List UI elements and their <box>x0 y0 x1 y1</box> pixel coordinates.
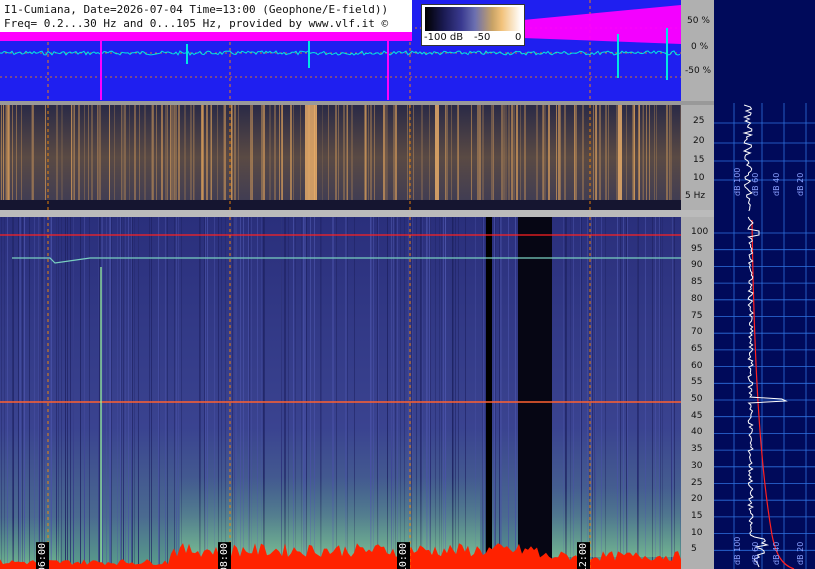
hf-tick-60: 60 <box>691 360 703 371</box>
time-label-0800: 08:00 <box>218 542 231 569</box>
time-label-0600: 06:00 <box>36 542 49 569</box>
wave-scale-50: 50 % <box>687 16 710 26</box>
side-panel-high-freq-spectrum <box>714 215 815 569</box>
colorbar-min-label: -100 dB <box>424 32 464 43</box>
hf-tick-30: 30 <box>691 460 703 471</box>
side-top-label-1: dB 100 <box>733 167 742 196</box>
colorbar-max-label: 0 <box>515 32 522 43</box>
time-label-1200: 12:00 <box>577 542 590 569</box>
separator-middle <box>0 210 714 217</box>
side-bottom-label-4: dB 20 <box>796 541 805 565</box>
hf-tick-70: 70 <box>691 327 703 338</box>
header-magenta-strip <box>0 32 412 41</box>
hf-tick-50: 50 <box>691 394 703 404</box>
hf-tick-75: 75 <box>691 310 703 321</box>
lf-tick-10: 10 <box>693 173 705 183</box>
hf-tick-10: 10 <box>691 527 703 538</box>
hf-tick-100: 100 <box>691 227 709 237</box>
hf-tick-95: 95 <box>691 243 703 254</box>
hf-tick-90: 90 <box>691 260 703 271</box>
hf-tick-15: 15 <box>691 510 703 521</box>
low-frequency-spectrogram <box>0 105 681 210</box>
lf-tick-5: 5 Hz <box>685 191 706 201</box>
hf-tick-35: 35 <box>691 444 703 455</box>
vlf-monitor-display: I1-Cumiana, Date=2026-07-04 Time=13:00 (… <box>0 0 815 569</box>
side-top-label-2: dB 60 <box>751 172 760 196</box>
high-frequency-spectrogram <box>0 217 681 569</box>
header-box: I1-Cumiana, Date=2026-07-04 Time=13:00 (… <box>0 0 412 34</box>
colorbar-gradient <box>425 7 521 31</box>
side-bottom-label-1: dB 100 <box>733 536 742 565</box>
hf-tick-85: 85 <box>691 277 703 288</box>
lf-tick-15: 15 <box>693 155 705 165</box>
low-freq-scale: 25 20 15 10 5 Hz <box>681 105 714 210</box>
wave-scale-0: 0 % <box>691 42 709 52</box>
hf-tick-65: 65 <box>691 343 703 354</box>
high-freq-scale: 100 95 90 85 80 75 70 65 60 55 50 45 40 35 30 25 20 15 10 5 <box>681 217 714 569</box>
lf-tick-25: 25 <box>693 116 705 126</box>
wave-scale-neg50: -50 % <box>685 66 712 76</box>
side-bottom-label-3: dB 40 <box>772 541 781 565</box>
side-panel-waveform <box>714 0 815 103</box>
hf-tick-20: 20 <box>691 494 703 505</box>
hf-tick-40: 40 <box>691 427 703 438</box>
hf-tick-80: 80 <box>691 293 703 304</box>
waveform-scale: 50 % 0 % -50 % <box>681 0 714 103</box>
side-top-label-3: dB 40 <box>772 172 781 196</box>
side-panel-low-freq-spectrum <box>714 103 815 215</box>
side-bottom-label-2: dB 60 <box>751 541 760 565</box>
side-top-label-4: dB 20 <box>796 172 805 196</box>
header-line-2: Freq= 0.2...30 Hz and 0...105 Hz, provid… <box>4 17 389 30</box>
hf-tick-5: 5 <box>691 544 697 555</box>
colorbar-mid-label: -50 <box>474 32 491 43</box>
db-colorbar: -100 dB -50 0 <box>421 4 525 46</box>
time-label-1000: 10:00 <box>397 542 410 569</box>
hf-tick-55: 55 <box>691 377 703 388</box>
hf-tick-45: 45 <box>691 410 703 421</box>
header-line-1: I1-Cumiana, Date=2026-07-04 Time=13:00 (… <box>4 3 389 16</box>
hf-tick-25: 25 <box>691 477 703 488</box>
lf-tick-20: 20 <box>693 136 705 146</box>
